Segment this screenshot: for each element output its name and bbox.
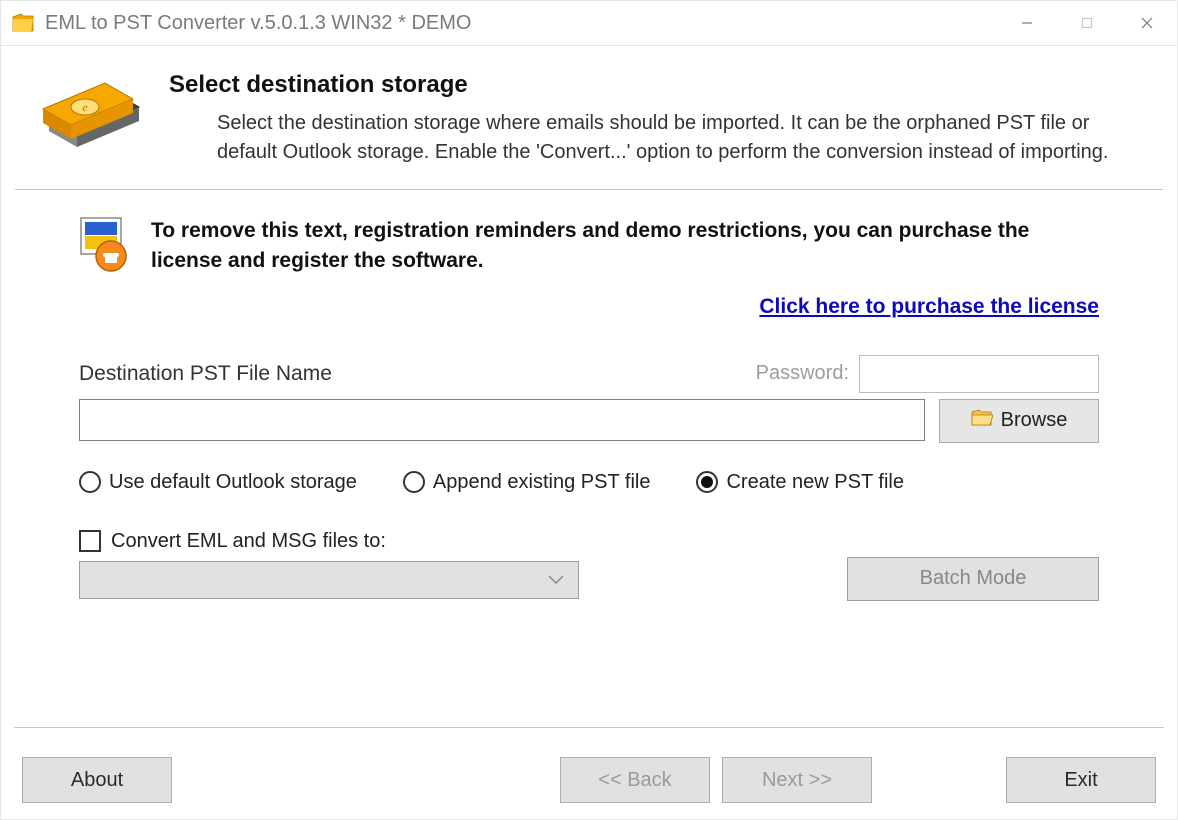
about-button[interactable]: About bbox=[22, 757, 172, 803]
password-input[interactable] bbox=[859, 355, 1099, 393]
radio-append-existing-pst[interactable]: Append existing PST file bbox=[403, 471, 651, 494]
demo-banner-text: To remove this text, registration remind… bbox=[151, 216, 1099, 277]
convert-checkbox-label: Convert EML and MSG files to: bbox=[111, 530, 386, 553]
radio-icon bbox=[79, 471, 101, 493]
browse-button-label: Browse bbox=[1001, 409, 1068, 432]
purchase-license-link[interactable]: Click here to purchase the license bbox=[759, 295, 1099, 318]
svg-text:e: e bbox=[82, 100, 88, 114]
window-controls bbox=[997, 1, 1177, 45]
titlebar: EML to PST Converter v.5.0.1.3 WIN32 * D… bbox=[1, 1, 1177, 46]
checkbox-icon bbox=[79, 530, 101, 552]
demo-banner-icon bbox=[79, 216, 131, 274]
radio-use-default-outlook[interactable]: Use default Outlook storage bbox=[79, 471, 357, 494]
folder-open-icon bbox=[971, 409, 993, 433]
bottom-separator bbox=[14, 727, 1164, 728]
wizard-header: e Select destination storage Select the … bbox=[15, 46, 1163, 190]
radio-label: Append existing PST file bbox=[433, 471, 651, 494]
browse-button[interactable]: Browse bbox=[939, 399, 1099, 443]
minimize-button[interactable] bbox=[997, 1, 1057, 45]
password-label: Password: bbox=[756, 362, 849, 385]
radio-label: Use default Outlook storage bbox=[109, 471, 357, 494]
destination-path-input[interactable] bbox=[79, 399, 925, 441]
destination-form: Destination PST File Name Password: Brow… bbox=[15, 319, 1163, 599]
app-icon bbox=[11, 11, 35, 35]
convert-checkbox[interactable]: Convert EML and MSG files to: bbox=[79, 530, 386, 553]
radio-create-new-pst[interactable]: Create new PST file bbox=[696, 471, 904, 494]
wizard-description: Select the destination storage where ema… bbox=[217, 109, 1143, 167]
convert-format-dropdown bbox=[79, 561, 579, 599]
storage-mode-radio-group: Use default Outlook storage Append exist… bbox=[79, 471, 1099, 494]
maximize-button bbox=[1057, 1, 1117, 45]
next-button-label: Next >> bbox=[762, 769, 832, 792]
radio-icon bbox=[403, 471, 425, 493]
radio-label: Create new PST file bbox=[726, 471, 904, 494]
back-button: << Back bbox=[560, 757, 710, 803]
back-button-label: << Back bbox=[598, 769, 671, 792]
chevron-down-icon bbox=[548, 569, 564, 590]
wizard-heading: Select destination storage bbox=[169, 71, 1153, 99]
batch-mode-label: Batch Mode bbox=[920, 567, 1027, 590]
about-button-label: About bbox=[71, 769, 123, 792]
close-button[interactable] bbox=[1117, 1, 1177, 45]
destination-label: Destination PST File Name bbox=[79, 362, 332, 386]
window-title: EML to PST Converter v.5.0.1.3 WIN32 * D… bbox=[45, 12, 997, 35]
radio-icon bbox=[696, 471, 718, 493]
wizard-button-bar: About << Back Next >> Exit bbox=[0, 740, 1178, 820]
exit-button[interactable]: Exit bbox=[1006, 757, 1156, 803]
next-button: Next >> bbox=[722, 757, 872, 803]
exit-button-label: Exit bbox=[1064, 769, 1097, 792]
storage-icon: e bbox=[37, 73, 147, 165]
demo-banner: To remove this text, registration remind… bbox=[15, 190, 1163, 277]
batch-mode-button: Batch Mode bbox=[847, 557, 1099, 601]
